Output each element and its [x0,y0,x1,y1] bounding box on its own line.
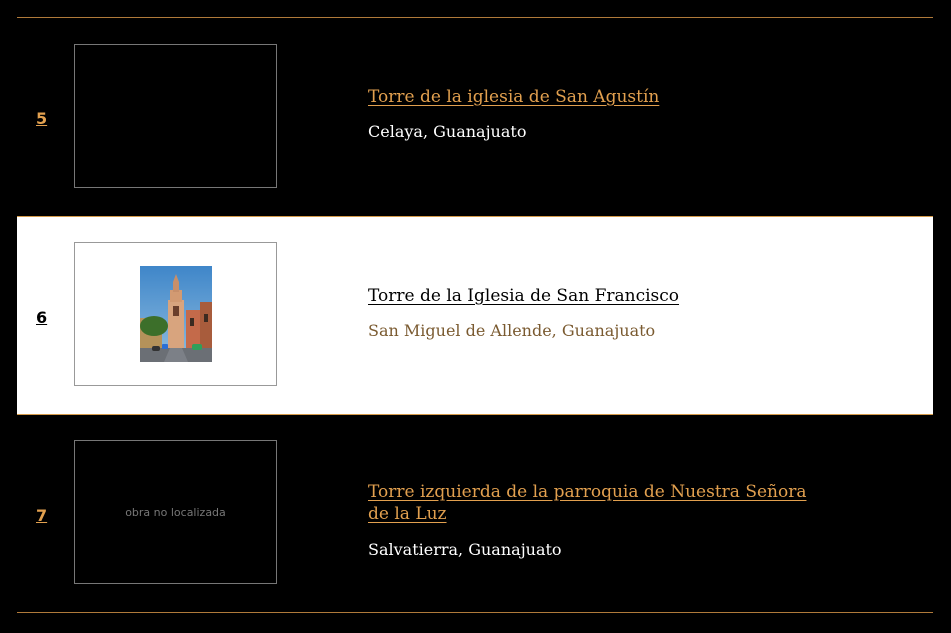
item-title-link[interactable]: Torre de la Iglesia de San Francisco [368,285,808,307]
divider [17,17,933,18]
item-title-link[interactable]: Torre izquierda de la parroquia de Nuest… [368,481,808,525]
thumbnail-placeholder-text: obra no localizada [125,505,226,519]
item-number-link[interactable]: 7 [36,506,47,525]
church-tower-photo [139,266,212,362]
results-list: 5 Torre de la iglesia de San Agustín Cel… [0,0,951,633]
divider [17,612,933,613]
item-title-link[interactable]: Torre de la iglesia de San Agustín [368,86,808,108]
item-location: San Miguel de Allende, Guanajuato [368,321,656,340]
item-number-link[interactable]: 5 [36,109,47,128]
list-item: 6 Torre de la Iglesia de San Francisco S… [17,216,933,415]
list-item: 5 Torre de la iglesia de San Agustín Cel… [17,20,933,216]
thumbnail[interactable] [74,44,277,188]
thumbnail[interactable]: obra no localizada [74,440,277,584]
list-item: 7 obra no localizada Torre izquierda de … [17,418,933,614]
thumbnail[interactable] [74,242,277,386]
item-number-link[interactable]: 6 [36,308,47,327]
item-location: Celaya, Guanajuato [368,122,527,141]
item-location: Salvatierra, Guanajuato [368,540,562,559]
